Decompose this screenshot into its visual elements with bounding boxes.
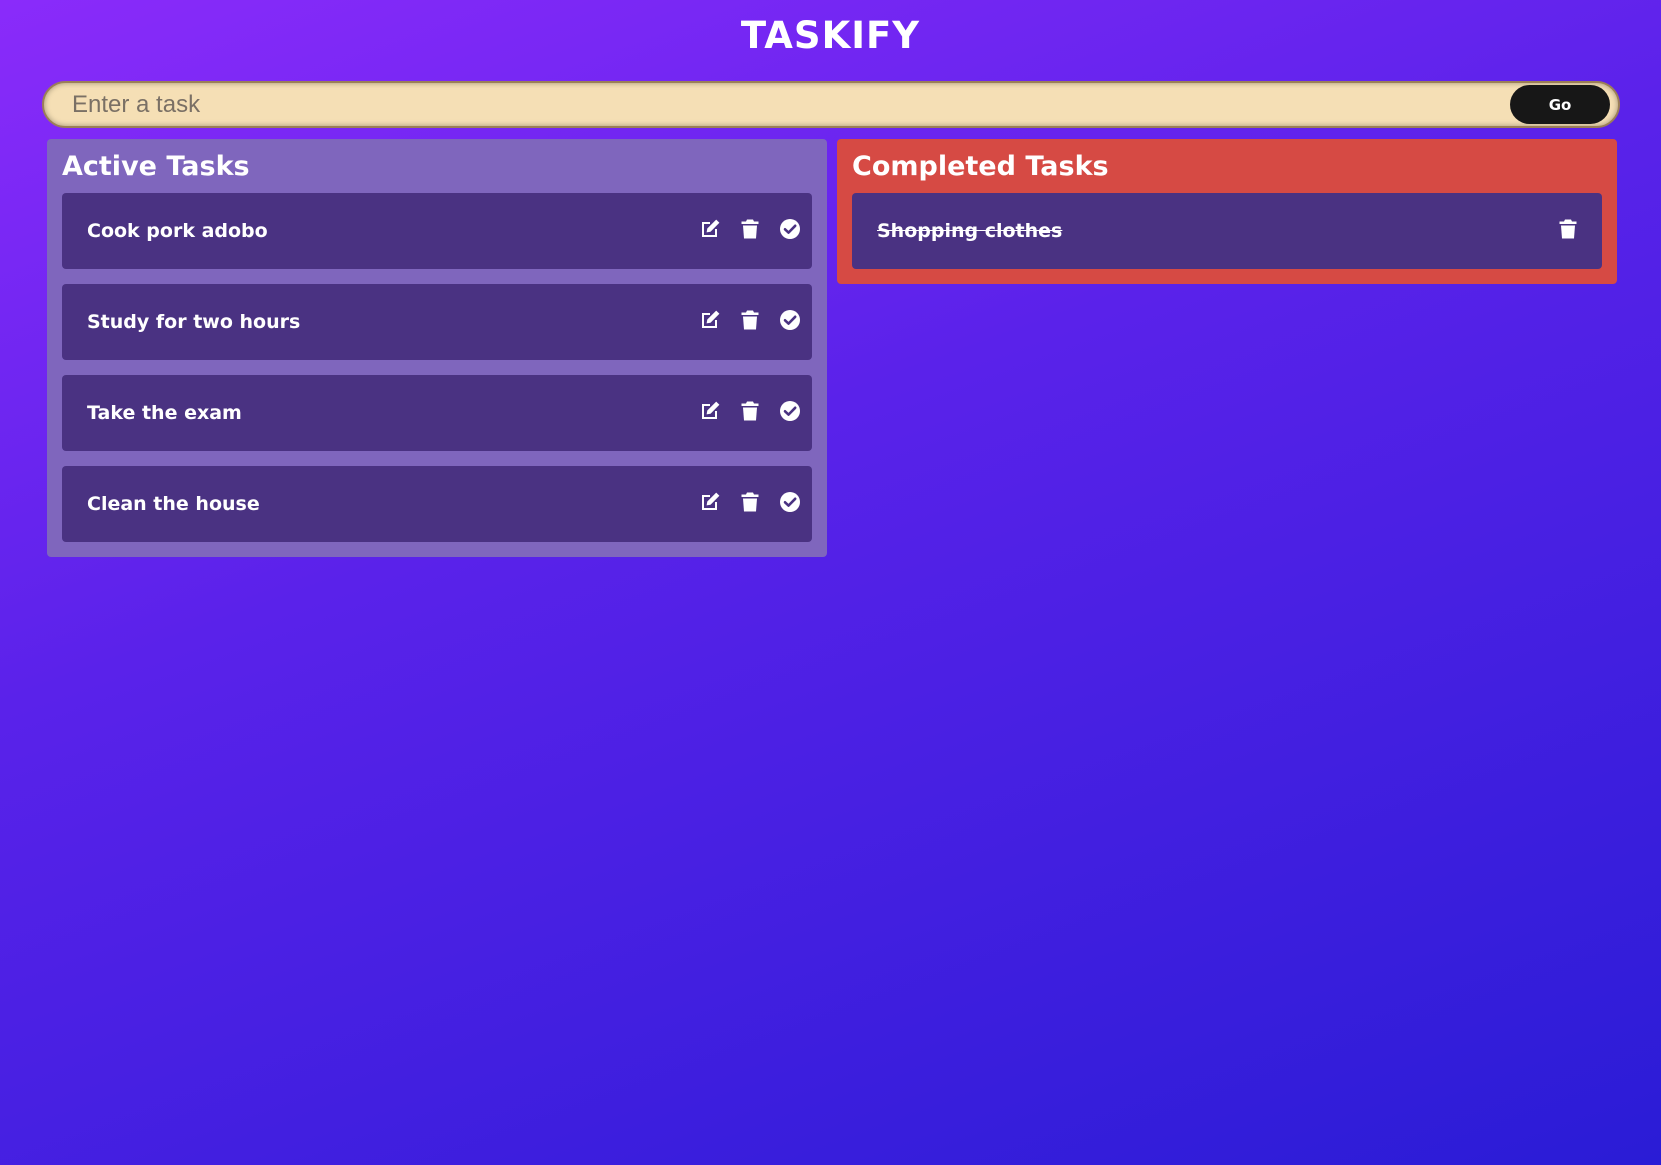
task-card: Study for two hours	[62, 284, 812, 360]
task-card: Clean the house	[62, 466, 812, 542]
check-circle-icon[interactable]	[778, 217, 802, 241]
edit-icon[interactable]	[698, 490, 722, 514]
trash-icon[interactable]	[1556, 217, 1580, 241]
trash-icon[interactable]	[738, 308, 762, 332]
active-tasks-heading: Active Tasks	[62, 151, 250, 182]
trash-icon[interactable]	[738, 217, 762, 241]
task-text: Take the exam	[87, 402, 242, 424]
check-circle-icon[interactable]	[778, 490, 802, 514]
check-circle-icon[interactable]	[778, 308, 802, 332]
go-button[interactable]: Go	[1510, 85, 1610, 124]
app-title: TASKIFY	[740, 14, 921, 57]
edit-icon[interactable]	[698, 217, 722, 241]
task-card: Take the exam	[62, 375, 812, 451]
add-task-form: Go	[42, 81, 1620, 128]
edit-icon[interactable]	[698, 399, 722, 423]
completed-tasks-heading: Completed Tasks	[852, 151, 1109, 182]
task-text: Cook pork adobo	[87, 220, 268, 242]
check-circle-icon[interactable]	[778, 399, 802, 423]
task-input[interactable]	[44, 83, 1514, 126]
completed-tasks-panel: Completed Tasks Shopping clothes	[837, 139, 1617, 284]
completed-task-card: Shopping clothes	[852, 193, 1602, 269]
task-text: Clean the house	[87, 493, 260, 515]
trash-icon[interactable]	[738, 490, 762, 514]
task-card: Cook pork adobo	[62, 193, 812, 269]
task-text: Study for two hours	[87, 311, 301, 333]
completed-task-text: Shopping clothes	[877, 220, 1063, 242]
edit-icon[interactable]	[698, 308, 722, 332]
active-tasks-panel: Active Tasks Cook pork adobo Study for t…	[47, 139, 827, 557]
trash-icon[interactable]	[738, 399, 762, 423]
